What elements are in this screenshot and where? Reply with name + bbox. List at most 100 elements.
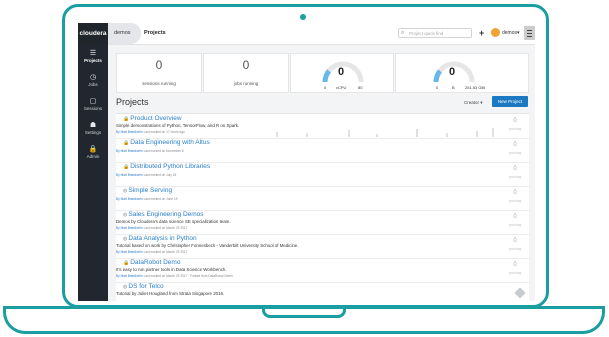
add-icon[interactable]: + — [479, 27, 484, 39]
sessions-label: sessions running — [142, 81, 176, 86]
lock-icon: 🔒 — [123, 140, 130, 146]
vcpu-min: 0 — [324, 85, 327, 90]
sidebar-item-label: Settings — [84, 130, 102, 135]
memory-card: 0 0 B 251.53 GiB — [395, 53, 529, 93]
vcpu-max: 80 — [358, 85, 363, 90]
breadcrumb-projects[interactable]: Projects — [144, 23, 166, 44]
running-label: running — [509, 127, 521, 131]
sidebar-item-settings[interactable]: ☗ Settings — [78, 122, 108, 135]
vcpu-value: 0 — [338, 66, 345, 78]
globe-icon: ◍ — [123, 236, 128, 242]
running-label: running — [509, 175, 521, 179]
project-name[interactable]: ◍Simple Serving — [123, 187, 172, 194]
running-count: 0 — [513, 238, 517, 244]
running-label: running — [509, 223, 521, 227]
memory-max: 251.53 GiB — [465, 85, 486, 90]
project-description: It's easy to run partner tools in Data S… — [116, 267, 227, 272]
running-count: 0 — [513, 142, 517, 148]
sidebar-item-jobs[interactable]: ◷ Jobs — [78, 74, 108, 87]
running-count: 0 — [513, 262, 517, 268]
project-description: Simple demonstrations of Python, TensorF… — [116, 123, 240, 128]
sidebar-item-label: Admin — [86, 154, 100, 159]
project-row[interactable]: ◍Data Analysis in Python Tutorial based … — [116, 234, 529, 259]
project-meta: By Matt Brandwein Last worked on March 2… — [116, 226, 188, 230]
globe-icon: ◍ — [123, 188, 128, 194]
project-name[interactable]: 🔒Distributed Python Libraries — [123, 163, 210, 170]
project-search-input[interactable]: ⌕ Project quick find — [398, 28, 472, 38]
project-row[interactable]: ◍DS for Telco Tutorial by Juliet Houglan… — [116, 282, 529, 301]
project-name[interactable]: ◍DS for Telco — [123, 283, 164, 290]
project-name[interactable]: ◍Sales Engineering Demos — [123, 211, 204, 218]
sidebar-item-label: Jobs — [88, 82, 98, 87]
jobs-count: 0 — [242, 58, 250, 72]
project-meta: By Matt Brandwein Last worked on 17 hour… — [116, 130, 185, 134]
memory-unit: B — [452, 85, 455, 90]
project-name[interactable]: 🔒Product Overview — [123, 115, 182, 122]
memory-min: 0 — [436, 85, 439, 90]
project-row[interactable]: 🔒Data Engineering with Altus By Matt Bra… — [116, 138, 529, 163]
list-icon: ☰ — [89, 50, 97, 57]
search-placeholder: Project quick find — [409, 31, 444, 36]
project-row[interactable]: 🔒DataRobot Demo It's easy to run partner… — [116, 258, 529, 283]
laptop-notch — [262, 309, 346, 318]
search-icon: ⌕ — [401, 30, 405, 36]
sidebar-item-sessions[interactable]: ▢ Sessions — [78, 98, 108, 111]
vcpu-label: vCPU — [336, 85, 347, 90]
running-count: 0 — [513, 118, 517, 124]
globe-icon: ◍ — [123, 212, 128, 218]
running-label: running — [509, 271, 521, 275]
project-name[interactable]: ◍Data Analysis in Python — [123, 235, 197, 242]
clock-icon: ◷ — [89, 74, 97, 81]
top-bar: cloudera demos Projects ⌕ Project quick … — [78, 23, 535, 45]
globe-icon: ◍ — [123, 284, 128, 290]
running-count: 0 — [513, 190, 517, 196]
project-description: Tutorial based on work by Christopher Fo… — [116, 243, 299, 248]
sessions-card: 0 sessions running — [116, 53, 202, 93]
project-row[interactable]: ◍Simple Serving By Matt Brandwein Last w… — [116, 186, 529, 211]
project-row[interactable]: 🔒Product Overview Simple demonstrations … — [116, 114, 529, 139]
project-row[interactable]: ◍Sales Engineering Demos Demos by Cloude… — [116, 210, 529, 235]
user-menu[interactable]: demos▾ — [502, 23, 520, 44]
sort-by-creator-dropdown[interactable]: Creator ▾ — [464, 100, 483, 106]
project-meta: By Matt Brandwein Last worked on July 18 — [116, 173, 177, 177]
project-meta: By Matt Brandwein Last worked on Novembe… — [116, 149, 184, 153]
memory-value: 0 — [449, 66, 456, 78]
sidebar-item-label: Projects — [84, 58, 102, 63]
page-title: Projects — [116, 97, 149, 107]
lock-icon: 🔒 — [123, 164, 130, 170]
sidebar-item-admin[interactable]: 🔒 Admin — [78, 146, 108, 159]
project-meta: By Matt Brandwein Last worked on March 2… — [116, 250, 188, 254]
camera-icon — [300, 14, 306, 20]
sidebar-item-label: Sessions — [83, 106, 103, 111]
vcpu-card: 0 0 vCPU 80 — [290, 53, 394, 93]
lock-icon: 🔒 — [123, 116, 130, 122]
sessions-count: 0 — [155, 58, 163, 72]
project-name[interactable]: 🔒DataRobot Demo — [123, 259, 180, 266]
running-label: running — [509, 151, 521, 155]
jobs-card: 0 jobs running — [203, 53, 289, 93]
activity-sparkline — [266, 127, 496, 137]
project-description: Tutorial by Juliet Hougland from Strata … — [116, 291, 225, 296]
project-name[interactable]: 🔒Data Engineering with Altus — [123, 139, 210, 146]
project-list: 🔒Product Overview Simple demonstrations … — [116, 113, 529, 301]
running-label: running — [509, 199, 521, 203]
project-meta: By Matt Brandwein Last worked on June 19 — [116, 197, 178, 201]
running-count: 0 — [513, 166, 517, 172]
project-description: Demos by Cloudera's data science SE spec… — [116, 219, 231, 224]
terminal-icon: ▢ — [89, 98, 97, 105]
breadcrumb-demos[interactable]: demos — [108, 23, 141, 44]
sidebar: ☰ Projects ◷ Jobs ▢ Sessions ☗ Settings … — [78, 44, 108, 301]
project-row[interactable]: 🔒Distributed Python Libraries By Matt Br… — [116, 162, 529, 187]
user-avatar[interactable] — [491, 28, 500, 37]
project-meta: By Matt Brandwein Last worked on March 2… — [116, 274, 233, 278]
app-screen: cloudera demos Projects ⌕ Project quick … — [78, 23, 535, 301]
jobs-label: jobs running — [233, 81, 259, 86]
lock-icon: 🔒 — [123, 260, 130, 266]
new-project-button[interactable]: New Project — [492, 96, 528, 107]
running-label: running — [509, 247, 521, 251]
running-count: 0 — [513, 214, 517, 220]
hamburger-menu-icon[interactable] — [524, 26, 535, 40]
cloudera-logo[interactable]: cloudera — [78, 23, 108, 44]
user-icon: ☗ — [89, 122, 97, 129]
sidebar-item-projects[interactable]: ☰ Projects — [78, 50, 108, 63]
